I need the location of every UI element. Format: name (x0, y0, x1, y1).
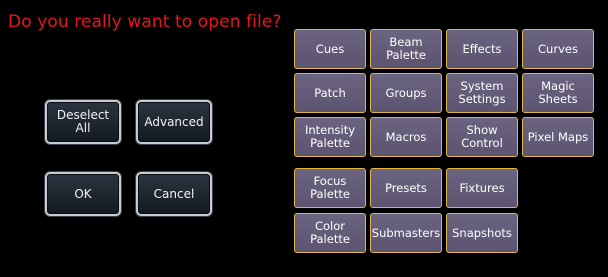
effects-label: Effects (462, 41, 502, 56)
advanced-button[interactable]: Advanced (136, 100, 212, 144)
magic-sheets-tile[interactable]: Magic Sheets (522, 73, 594, 113)
curves-label: Curves (538, 41, 578, 56)
deselect-all-button[interactable]: Deselect All (45, 100, 121, 144)
macros-tile[interactable]: Macros (370, 117, 442, 157)
macros-label: Macros (385, 129, 427, 144)
beam-palette-tile[interactable]: Beam Palette (370, 29, 442, 69)
fixtures-label: Fixtures (459, 180, 505, 195)
ok-button[interactable]: OK (45, 172, 121, 216)
color-palette-label: Color Palette (310, 219, 350, 246)
show-control-label: Show Control (461, 123, 503, 150)
cues-tile[interactable]: Cues (294, 29, 366, 69)
fixtures-tile[interactable]: Fixtures (446, 168, 518, 208)
magic-sheets-label: Magic Sheets (538, 79, 578, 106)
color-palette-tile[interactable]: Color Palette (294, 213, 366, 253)
intensity-palette-tile[interactable]: Intensity Palette (294, 117, 366, 157)
cancel-button[interactable]: Cancel (136, 172, 212, 216)
patch-label: Patch (314, 85, 346, 100)
presets-tile[interactable]: Presets (370, 168, 442, 208)
snapshots-tile[interactable]: Snapshots (446, 213, 518, 253)
pixel-maps-label: Pixel Maps (527, 129, 589, 144)
curves-tile[interactable]: Curves (522, 29, 594, 69)
advanced-label: Advanced (144, 114, 204, 129)
dialog-question: Do you really want to open file? (8, 12, 282, 32)
snapshots-label: Snapshots (452, 225, 512, 240)
beam-palette-label: Beam Palette (386, 35, 426, 62)
system-settings-label: System Settings (458, 79, 506, 106)
system-settings-tile[interactable]: System Settings (446, 73, 518, 113)
submasters-label: Submasters (371, 225, 441, 240)
effects-tile[interactable]: Effects (446, 29, 518, 69)
deselect-all-label: Deselect All (56, 108, 110, 135)
focus-palette-tile[interactable]: Focus Palette (294, 168, 366, 208)
pixel-maps-tile[interactable]: Pixel Maps (522, 117, 594, 157)
ok-label: OK (74, 186, 92, 201)
cancel-label: Cancel (153, 186, 195, 201)
intensity-palette-label: Intensity Palette (304, 123, 356, 150)
presets-label: Presets (385, 180, 427, 195)
patch-tile[interactable]: Patch (294, 73, 366, 113)
show-control-tile[interactable]: Show Control (446, 117, 518, 157)
groups-label: Groups (385, 85, 427, 100)
focus-palette-label: Focus Palette (310, 174, 350, 201)
cues-label: Cues (315, 41, 345, 56)
submasters-tile[interactable]: Submasters (370, 213, 442, 253)
groups-tile[interactable]: Groups (370, 73, 442, 113)
